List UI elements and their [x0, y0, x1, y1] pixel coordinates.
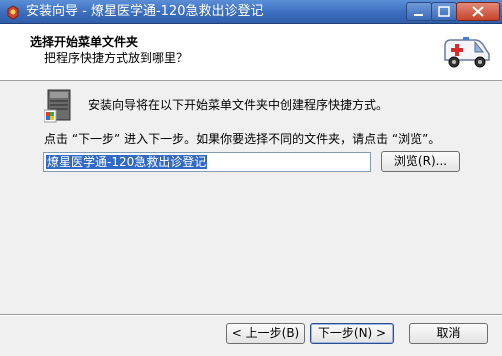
close-button[interactable] [456, 2, 500, 21]
page-title: 选择开始菜单文件夹 [30, 35, 139, 49]
window-title: 安装向导 - 燎星医学通-120急救出诊登记 [26, 4, 264, 19]
intro-text: 安装向导将在以下开始菜单文件夹中创建程序快捷方式。 [88, 98, 389, 112]
start-menu-folder-value: 燎星医学通-120急救出诊登记 [46, 155, 208, 169]
maximize-button[interactable] [431, 2, 457, 21]
maximize-icon [438, 6, 450, 17]
minimize-icon [414, 14, 423, 16]
close-icon [472, 6, 484, 17]
start-menu-folder-input[interactable]: 燎星医学通-120急救出诊登记 [43, 152, 371, 172]
minimize-button[interactable] [406, 2, 432, 21]
ambulance-icon [444, 37, 490, 68]
title-bar: 安装向导 - 燎星医学通-120急救出诊登记 [0, 0, 502, 24]
wizard-header: 选择开始菜单文件夹 把程序快捷方式放到哪里？ [0, 24, 502, 81]
program-folder-icon [44, 89, 71, 123]
browse-button[interactable]: 浏览(R)... [381, 151, 460, 172]
app-icon [7, 5, 19, 20]
back-button[interactable]: < 上一步(B) [226, 323, 305, 344]
page-subtitle: 把程序快捷方式放到哪里？ [44, 51, 189, 65]
instruction-text: 点击 “下一步” 进入下一步。如果你要选择不同的文件夹，请点击 “浏览”。 [44, 132, 441, 146]
footer-separator [0, 314, 502, 316]
cancel-button[interactable]: 取消 [409, 323, 488, 344]
next-button[interactable]: 下一步(N) > [310, 323, 394, 344]
